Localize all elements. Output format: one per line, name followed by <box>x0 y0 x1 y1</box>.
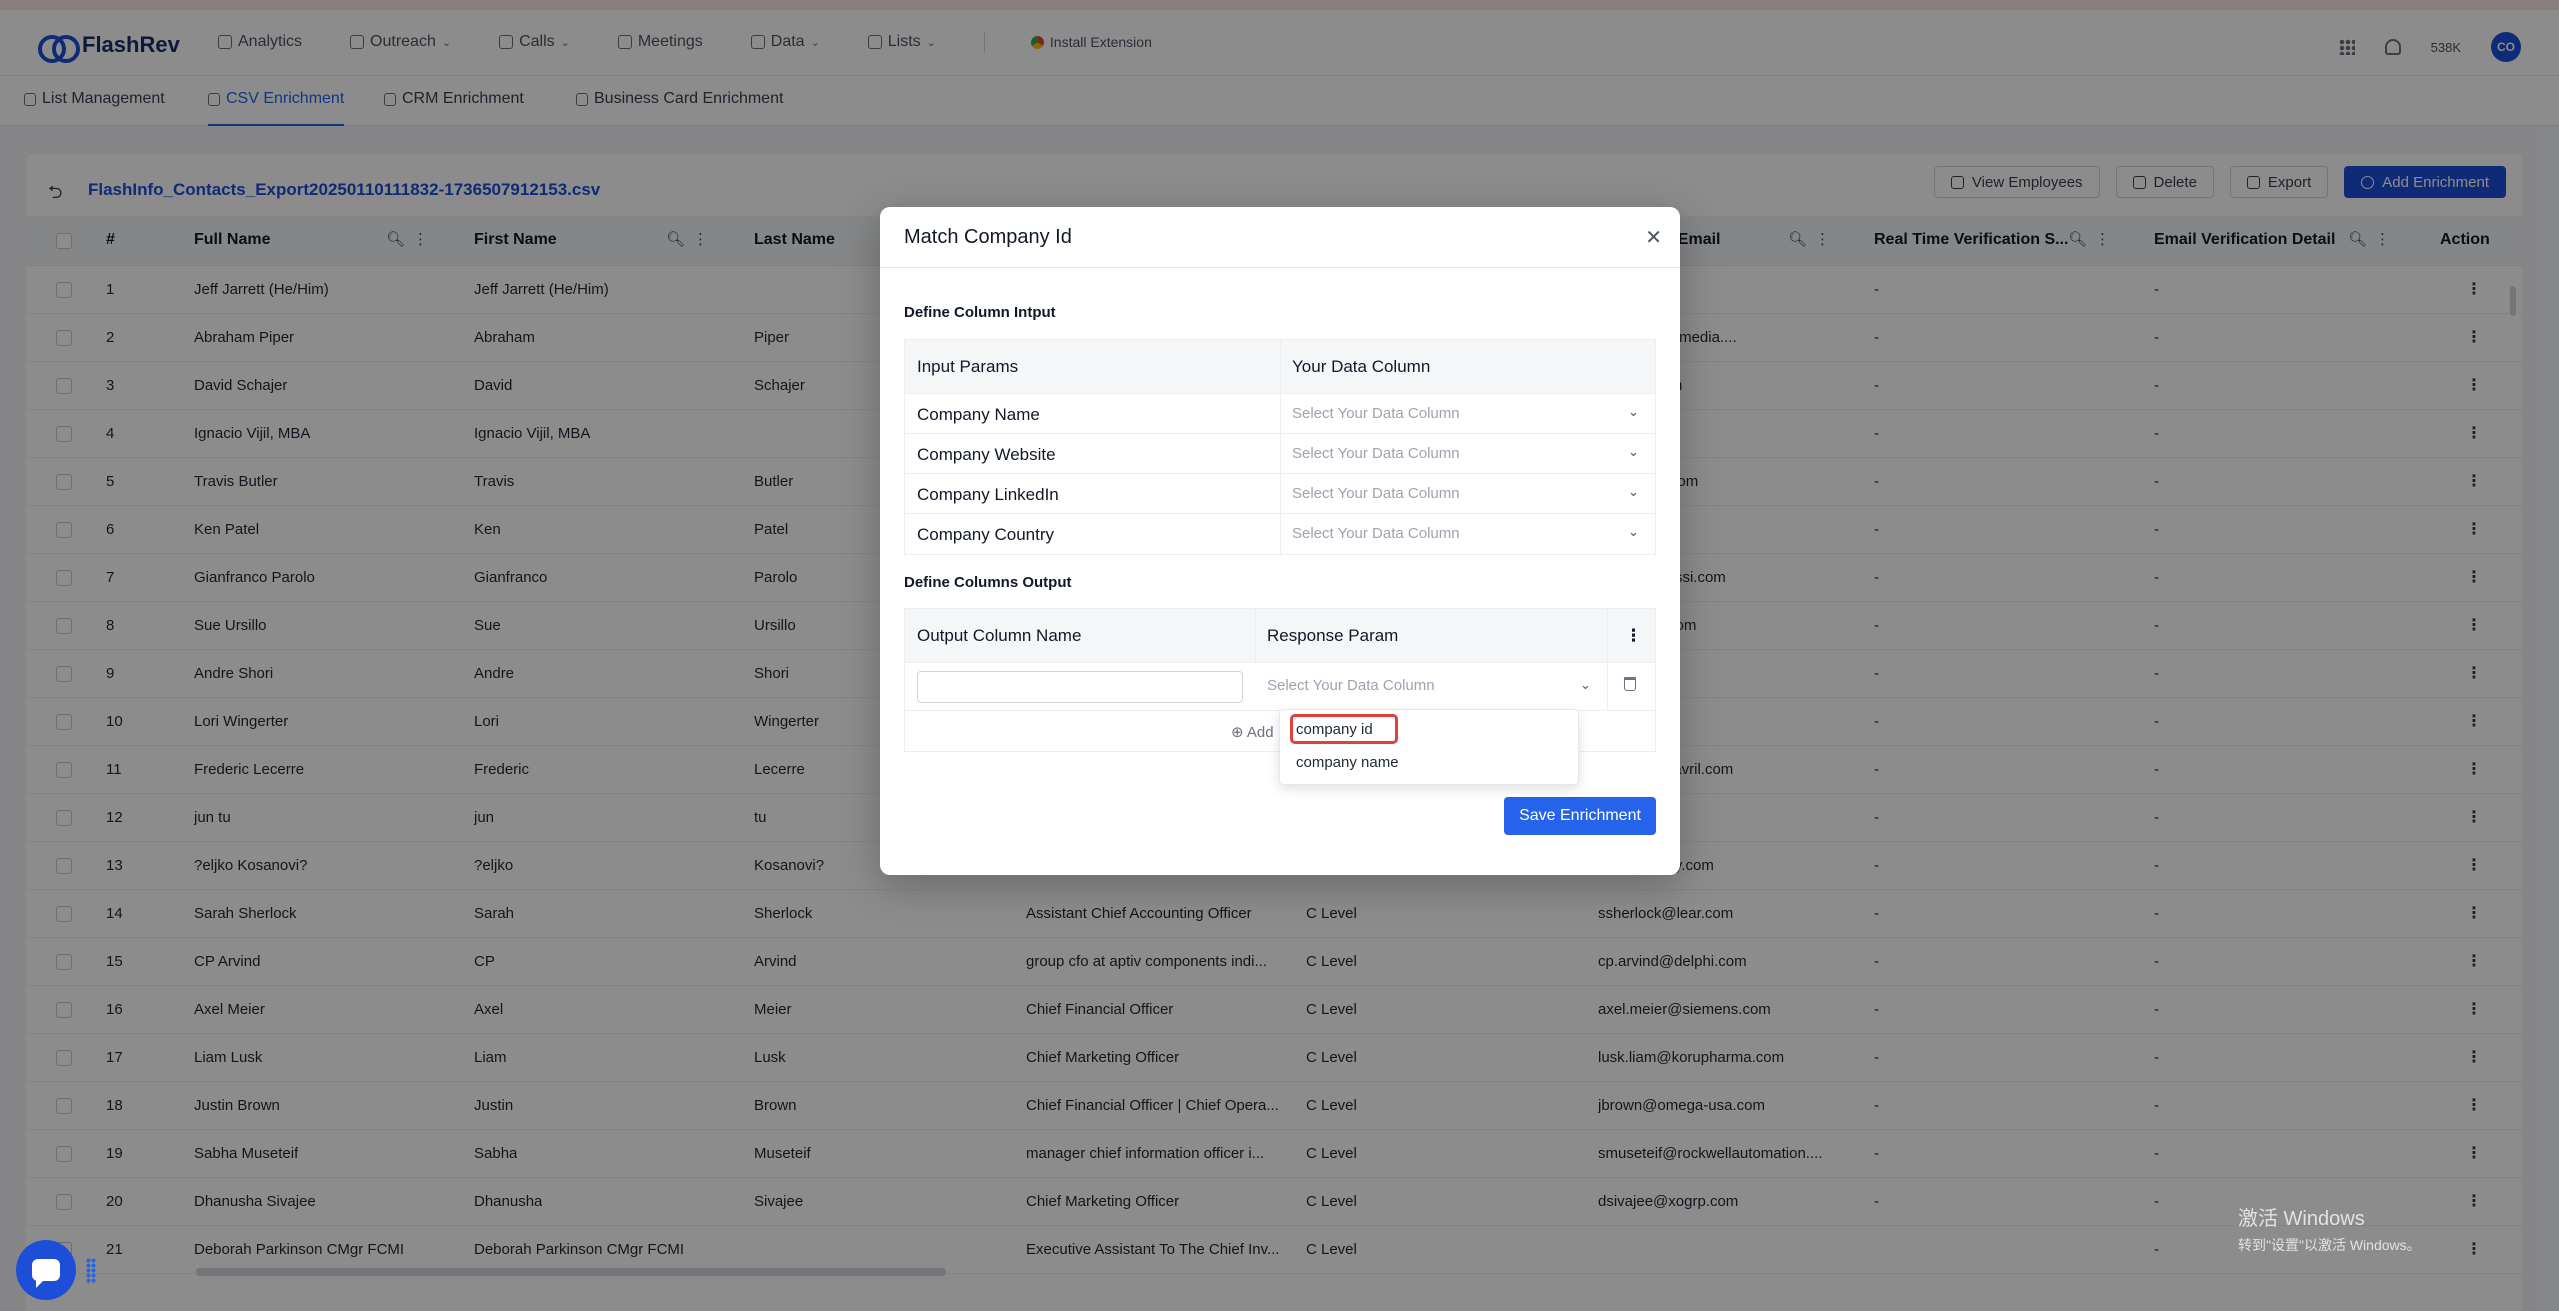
column-divider <box>1280 434 1281 473</box>
chevron-down-icon[interactable]: ⌄ <box>1628 444 1639 460</box>
chevron-down-icon[interactable]: ⌄ <box>1628 524 1639 540</box>
app-root: FlashRev Analytics Outreach ⌄ Calls ⌄ Meeting… <box>0 0 2559 1311</box>
header-output-column-name: Output Column Name <box>917 626 1082 645</box>
input-param-label: Company LinkedIn <box>917 485 1059 504</box>
delete-row-icon[interactable] <box>1624 677 1636 691</box>
header-response-param: Response Param <box>1267 626 1399 645</box>
input-section-title: Define Column Intput <box>904 304 1056 321</box>
output-row: Select Your Data Column ⌄ <box>905 663 1655 711</box>
chevron-down-icon[interactable]: ⌄ <box>1580 677 1591 693</box>
input-param-label: Company Country <box>917 525 1055 544</box>
column-divider <box>1607 663 1608 710</box>
save-enrichment-button[interactable]: Save Enrichment <box>1504 797 1656 835</box>
column-divider <box>1280 340 1281 393</box>
response-param-dropdown: company id company name <box>1279 709 1579 785</box>
chevron-down-icon[interactable]: ⌄ <box>1628 484 1639 500</box>
output-more-icon[interactable]: ⋮ <box>1625 626 1642 646</box>
chevron-down-icon[interactable]: ⌄ <box>1628 404 1639 420</box>
chat-support-button[interactable] <box>16 1240 76 1300</box>
column-divider <box>1280 474 1281 513</box>
close-icon[interactable]: ✕ <box>1645 225 1662 250</box>
input-param-row: Company Name Select Your Data Column ⌄ <box>905 394 1655 434</box>
data-column-select[interactable]: Select Your Data Column <box>1292 485 1460 502</box>
header-your-data-column: Your Data Column <box>1292 357 1431 376</box>
output-column-name-input[interactable] <box>917 671 1243 703</box>
data-column-select[interactable]: Select Your Data Column <box>1292 445 1460 462</box>
input-param-label: Company Website <box>917 445 1056 464</box>
chat-icon <box>32 1259 60 1288</box>
input-param-row: Company Country Select Your Data Column ⌄ <box>905 514 1655 554</box>
output-section-title: Define Columns Output <box>904 574 1072 591</box>
column-divider <box>1280 394 1281 433</box>
data-column-select[interactable]: Select Your Data Column <box>1292 405 1460 422</box>
column-divider <box>1280 514 1281 554</box>
input-param-row: Company Website Select Your Data Column ⌄ <box>905 434 1655 474</box>
input-params-header: Input Params Your Data Column <box>905 340 1655 394</box>
input-params-table: Input Params Your Data Column Company Na… <box>904 339 1656 555</box>
column-divider <box>1255 609 1256 662</box>
input-param-label: Company Name <box>917 405 1040 424</box>
drag-handle-icon[interactable] <box>86 1258 96 1284</box>
option-company-name[interactable]: company name <box>1296 754 1399 771</box>
modal-divider <box>880 267 1680 268</box>
modal-title: Match Company Id <box>904 226 1072 248</box>
option-company-id[interactable]: company id <box>1296 721 1373 738</box>
windows-activation-watermark: 激活 Windows 转到"设置"以激活 Windows。 <box>2238 1208 2421 1253</box>
data-column-select[interactable]: Select Your Data Column <box>1292 525 1460 542</box>
input-param-row: Company LinkedIn Select Your Data Column ⌄ <box>905 474 1655 514</box>
column-divider <box>1607 609 1608 662</box>
output-columns-header: Output Column Name Response Param ⋮ <box>905 609 1655 663</box>
input-params-rows: Company Name Select Your Data Column ⌄ Comp… <box>905 394 1655 554</box>
add-output-button[interactable]: ⊕ Add <box>1231 723 1274 741</box>
header-input-params: Input Params <box>917 357 1019 376</box>
response-param-select[interactable]: Select Your Data Column <box>1267 677 1435 694</box>
